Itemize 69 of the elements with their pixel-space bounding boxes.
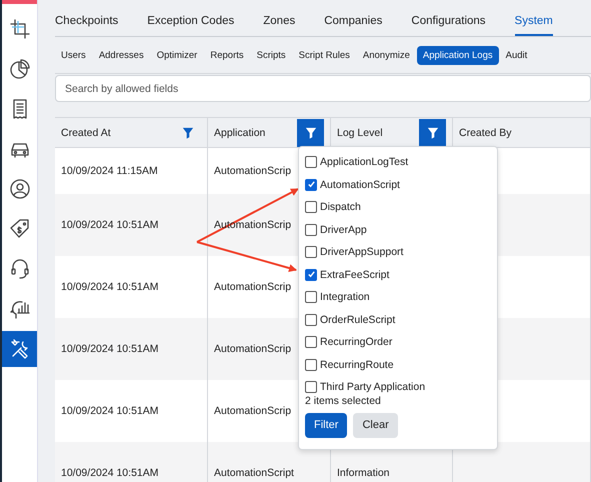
price-tag-icon (8, 218, 30, 240)
option-label: RecurringOrder (320, 336, 392, 348)
option-label: ExtraFeeScript (320, 268, 390, 281)
crop-icon (8, 18, 30, 40)
table-cell: 10/09/2024 10:51AM (61, 281, 158, 293)
user-icon (8, 178, 30, 200)
column-header: Created By (459, 126, 512, 138)
tab[interactable]: Configurations (411, 0, 486, 36)
tab[interactable]: Checkpoints (55, 0, 118, 36)
tab[interactable]: Exception Codes (147, 0, 234, 36)
checkbox[interactable] (305, 381, 317, 394)
checkbox[interactable] (305, 224, 317, 236)
subtab[interactable]: Users (55, 46, 92, 64)
option-label: OrderRuleScript (320, 314, 396, 326)
head-chart-icon (8, 298, 30, 320)
table-cell: 10/09/2024 11:15AM (61, 165, 158, 177)
checkbox[interactable] (305, 336, 317, 348)
checkbox[interactable] (305, 178, 317, 191)
filter-icon (182, 126, 194, 138)
tab[interactable]: Zones (263, 0, 296, 36)
table-cell: 10/09/2024 10:51AM (61, 219, 158, 231)
subtab[interactable]: Reports (204, 46, 250, 64)
subtab[interactable]: Anonymize (356, 46, 416, 64)
checkbox[interactable] (305, 314, 317, 326)
option-label: DriverApp (320, 224, 367, 236)
checkbox[interactable] (305, 201, 317, 214)
subtab[interactable]: Addresses (92, 46, 150, 64)
filter-icon (426, 126, 438, 138)
subtab[interactable]: Script Rules (292, 46, 356, 64)
table-cell: AutomationScrip (214, 405, 292, 417)
table-cell: 10/09/2024 10:51AM (61, 343, 158, 355)
nav-item[interactable] (2, 331, 37, 367)
option-label: Integration (320, 291, 370, 304)
option-label: AutomationScript (320, 178, 400, 191)
checkbox[interactable] (305, 268, 317, 281)
subtab[interactable]: Optimizer (150, 46, 204, 64)
table-cell: AutomationScript (214, 467, 294, 479)
headset-icon (8, 258, 30, 280)
pie-chart-icon (8, 58, 30, 80)
option-label: RecurringRoute (320, 358, 394, 371)
table-cell: AutomationScrip (214, 343, 292, 355)
filter-icon (304, 126, 316, 138)
checkbox[interactable] (305, 358, 317, 371)
option-label: DriverAppSupport (320, 246, 404, 258)
clear-button[interactable]: Clear (353, 412, 398, 438)
selection-count: 2 items selected (305, 394, 382, 408)
option-label: ApplicationLogTest (320, 156, 408, 168)
table-cell: 10/09/2024 10:51AM (61, 405, 158, 417)
column-header: Application (214, 126, 266, 138)
tab[interactable]: System (514, 0, 553, 36)
filter-button[interactable]: Filter (305, 412, 348, 438)
column-header: Log Level (337, 126, 383, 138)
subtab[interactable]: Application Logs (416, 46, 499, 64)
checkbox[interactable] (305, 156, 317, 168)
filter-button[interactable] (419, 118, 446, 146)
search-field[interactable]: Search by allowed fields (55, 75, 591, 102)
table-cell: Information (337, 467, 390, 479)
subtab[interactable]: Scripts (250, 46, 292, 64)
checkbox[interactable] (305, 246, 317, 258)
filter-button[interactable] (297, 118, 324, 146)
column-header: Created At (61, 126, 111, 138)
table-cell: AutomationScrip (214, 281, 292, 293)
checkbox[interactable] (305, 291, 317, 304)
option-label: Dispatch (320, 201, 361, 214)
option-label: Third Party Application (320, 381, 426, 394)
tab[interactable]: Companies (324, 0, 382, 36)
subtab[interactable]: Audit (500, 46, 534, 64)
table-cell: 10/09/2024 10:51AM (61, 467, 158, 479)
table-cell: AutomationScrip (214, 165, 292, 177)
